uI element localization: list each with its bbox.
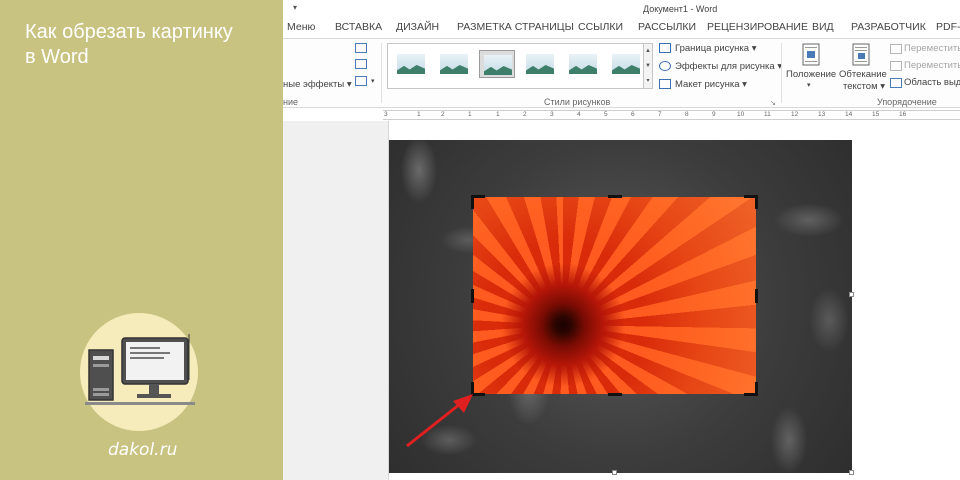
crop-handle-top[interactable] (608, 195, 622, 198)
position-dropdown-icon[interactable]: ▾ (807, 81, 811, 89)
send-backward-icon (890, 61, 902, 71)
ruler-number: 1 (496, 111, 500, 118)
bring-forward-button[interactable]: Переместить (904, 43, 960, 54)
wrap-text-icon (852, 43, 870, 66)
document-title: Документ1 - Word (643, 4, 718, 14)
ruler-number: 3 (384, 111, 388, 118)
ruler-number: 5 (604, 111, 608, 118)
crop-handle-bottom[interactable] (608, 393, 622, 396)
tab-design[interactable]: ДИЗАЙН (396, 21, 439, 33)
picture-effects-button[interactable]: Эффекты для рисунка ▾ (675, 61, 782, 72)
picture-style-6[interactable] (608, 50, 644, 78)
picture-style-1[interactable] (393, 50, 429, 78)
picture-style-5[interactable] (565, 50, 601, 78)
send-backward-button[interactable]: Переместить (904, 60, 960, 71)
picture-style-2[interactable] (436, 50, 472, 78)
ruler-number: 14 (845, 111, 853, 118)
banner: Как обрезать картинку в Word dakol.ru (0, 0, 283, 480)
ribbon-tabs: Меню ВСТАВКА ДИЗАЙН РАЗМЕТКА СТРАНИЦЫ СС… (283, 18, 960, 38)
resize-handle-bottom[interactable] (612, 470, 617, 475)
crop-handle-right[interactable] (755, 289, 758, 303)
ruler-number: 16 (899, 111, 907, 118)
styles-group-label: Стили рисунков (544, 97, 611, 107)
bring-forward-icon (890, 44, 902, 54)
picture-style-3[interactable] (479, 50, 515, 78)
gallery-more-icon[interactable]: ▾ (644, 74, 652, 89)
position-icon (802, 43, 820, 66)
picture-effects-partial-button[interactable]: ные эффекты ▾ (283, 79, 352, 90)
tab-mailings[interactable]: РАССЫЛКИ (638, 21, 696, 33)
tab-pdf[interactable]: PDF-X (936, 21, 960, 33)
ruler-number: 1 (417, 111, 421, 118)
ruler-number: 1 (468, 111, 472, 118)
tab-menu[interactable]: Меню (287, 21, 315, 33)
site-name[interactable]: dakol.ru (108, 440, 177, 460)
left-group-label: ние (283, 97, 299, 107)
resize-handle-bottom-right[interactable] (849, 470, 854, 475)
reset-dropdown-icon[interactable]: ▾ (371, 77, 375, 85)
ruler-number: 3 (550, 111, 554, 118)
ruler-number: 10 (737, 111, 745, 118)
word-window: ▾ Документ1 - Word Меню ВСТАВКА ДИЗАЙН Р… (283, 0, 960, 480)
ruler-number: 12 (791, 111, 799, 118)
selection-pane-icon (890, 78, 902, 88)
selection-pane-button[interactable]: Область выде (904, 77, 960, 88)
tab-view[interactable]: ВИД (812, 21, 834, 33)
position-button[interactable]: Положение (786, 69, 836, 80)
dialog-launcher-icon[interactable]: ↘ (770, 99, 776, 107)
gallery-up-icon[interactable]: ▲ (644, 44, 652, 59)
wrap-text-label-1[interactable]: Обтекание (839, 69, 887, 80)
ribbon: ные эффекты ▾ ние ▾ ▲ ▼ ▾ Граница рисунк… (283, 38, 960, 108)
arrange-group-label: Упорядочение (877, 97, 937, 107)
quick-access-dropdown-icon[interactable]: ▾ (293, 3, 297, 12)
picture-style-4[interactable] (522, 50, 558, 78)
gallery-scroll[interactable]: ▲ ▼ ▾ (643, 43, 653, 89)
ruler-number: 7 (658, 111, 662, 118)
banner-title-line2: в Word (25, 46, 89, 68)
change-picture-icon[interactable] (355, 59, 367, 69)
banner-title-line1: Как обрезать картинку (25, 21, 233, 43)
resize-handle-right[interactable] (849, 292, 854, 297)
picture-styles-gallery[interactable] (387, 43, 652, 89)
ruler-number: 13 (818, 111, 826, 118)
picture-layout-button[interactable]: Макет рисунка ▾ (675, 79, 747, 90)
picture-crop-region[interactable] (473, 197, 756, 394)
crop-handle-top-left-vertical[interactable] (471, 195, 474, 209)
horizontal-ruler[interactable]: 3 1 2 1 1 2 3 4 5 6 7 8 9 10 11 12 13 14… (383, 110, 960, 120)
ruler-number: 8 (685, 111, 689, 118)
red-arrow-icon (406, 394, 473, 448)
picture-layout-icon (659, 79, 671, 89)
ribbon-separator (381, 43, 382, 103)
compress-pictures-icon[interactable] (355, 43, 367, 53)
picture-border-button[interactable]: Граница рисунка ▾ (675, 43, 757, 54)
banner-title: Как обрезать картинку в Word (25, 20, 233, 70)
ruler-number: 2 (523, 111, 527, 118)
gallery-down-icon[interactable]: ▼ (644, 59, 652, 74)
ruler-number: 2 (441, 111, 445, 118)
picture-effects-icon (659, 61, 671, 71)
picture-border-icon (659, 43, 671, 53)
crop-handle-bottom-right-vertical[interactable] (755, 382, 758, 396)
reset-picture-icon[interactable] (355, 76, 367, 86)
crop-handle-left[interactable] (471, 289, 474, 303)
tab-review[interactable]: РЕЦЕНЗИРОВАНИЕ (707, 21, 808, 33)
ribbon-separator (781, 43, 782, 103)
tab-developer[interactable]: РАЗРАБОТЧИК (851, 21, 926, 33)
ruler-number: 9 (712, 111, 716, 118)
computer-desk-icon (85, 334, 195, 405)
ruler-number: 4 (577, 111, 581, 118)
wrap-text-button[interactable]: текстом ▾ (843, 81, 885, 92)
tab-insert[interactable]: ВСТАВКА (335, 21, 382, 33)
tab-references[interactable]: ССЫЛКИ (578, 21, 623, 33)
ruler-number: 15 (872, 111, 880, 118)
crop-handle-top-right-vertical[interactable] (755, 195, 758, 209)
ruler-number: 6 (631, 111, 635, 118)
title-bar: ▾ Документ1 - Word (283, 0, 960, 18)
ruler-number: 11 (764, 111, 771, 118)
tab-page-layout[interactable]: РАЗМЕТКА СТРАНИЦЫ (457, 21, 574, 33)
